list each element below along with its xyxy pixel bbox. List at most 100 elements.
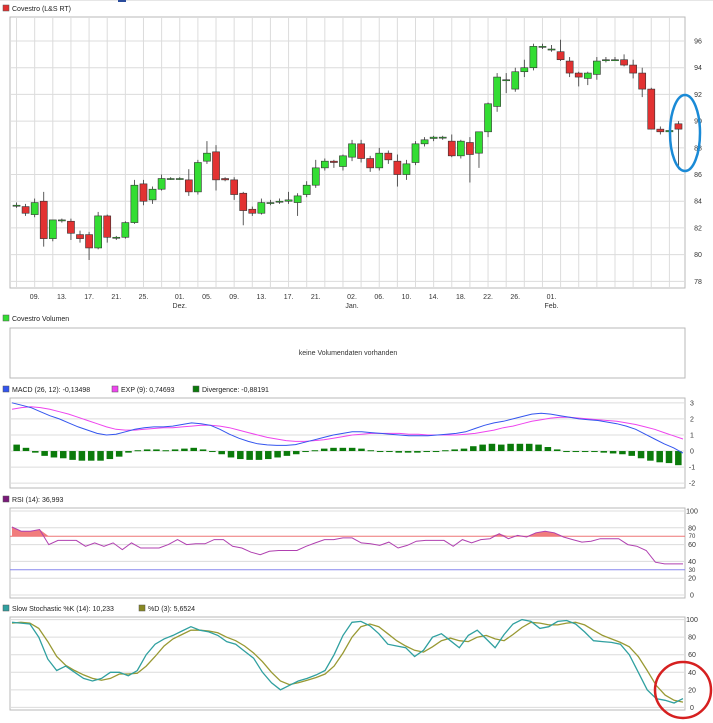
divergence-bar	[553, 449, 561, 452]
divergence-bar	[619, 451, 626, 455]
candle-body	[221, 178, 229, 181]
rsi-legend-label: RSI (14): 36,993	[12, 497, 63, 504]
candle-body	[257, 202, 266, 214]
divergence-bar	[348, 447, 356, 452]
divergence-bar	[143, 449, 151, 452]
price-x-tick-sublabel: Feb.	[545, 303, 559, 310]
rsi-y-tick-label: 60	[688, 542, 696, 549]
macd-y-tick-label: 2	[690, 416, 694, 423]
divergence-bar	[87, 451, 95, 461]
candle-body	[656, 128, 665, 133]
stoch-y-tick-label: 0	[690, 705, 694, 712]
candle-body	[266, 202, 275, 204]
candle-body	[466, 142, 474, 155]
candle-body	[602, 59, 610, 62]
divergence-bar	[470, 446, 477, 452]
divergence-bar	[339, 447, 347, 452]
price-x-tick-label: 17.	[84, 294, 94, 301]
candle-body	[629, 64, 637, 74]
divergence-bar	[69, 451, 76, 460]
candle-body	[166, 178, 175, 180]
macd-y-ticks: 3 2 1 0 -1 -2	[689, 400, 695, 487]
price-y-tick-label: 96	[694, 39, 702, 46]
stoch-d-legend-label: %D (3): 5,6524	[148, 606, 195, 613]
price-x-tick-label: 06.	[374, 294, 384, 301]
divergence-bar	[255, 451, 263, 460]
divergence-bar	[358, 448, 365, 452]
stoch-k-legend-label: Slow Stochastic %K (14): 10,233	[12, 606, 114, 613]
candle-body	[393, 160, 402, 175]
divergence-bar	[181, 448, 188, 452]
divergence-bar	[404, 451, 412, 453]
price-x-tick-label: 21.	[311, 294, 321, 301]
volume-empty-message: keine Volumendaten vorhanden	[299, 350, 398, 357]
candle-body	[48, 219, 57, 239]
candle-body	[293, 195, 302, 203]
candle-body	[30, 202, 39, 215]
candle-body	[330, 160, 338, 163]
candle-body	[39, 200, 48, 239]
candle-body	[339, 155, 347, 167]
candle-body	[21, 206, 30, 214]
divergence-bar	[432, 451, 440, 453]
price-panel: 96949290888684828078 09. 13. 17. 21. 25. 01.D…	[2, 4, 702, 310]
price-x-tick-sublabel: Jan.	[345, 303, 358, 310]
candle-body	[647, 88, 656, 130]
divergence-bar	[581, 451, 589, 453]
candle-body	[94, 215, 102, 249]
candle-body	[139, 183, 148, 202]
divergence-bar	[665, 451, 673, 464]
candle-body	[366, 158, 375, 169]
candle-body	[76, 234, 84, 239]
volume-legend-swatch	[2, 314, 10, 322]
candle-body	[311, 167, 320, 186]
price-x-tick-label: 13.	[57, 294, 67, 301]
candle-body	[194, 162, 202, 193]
candle-body	[302, 184, 311, 195]
macd-legend: MACD (26, 12): -0,13498 EXP (9): 0,74693…	[2, 385, 269, 394]
divergence-bar	[320, 448, 328, 452]
price-x-tick-label: 17.	[284, 294, 294, 301]
divergence-bar	[199, 449, 207, 452]
stoch-y-tick-label: 20	[688, 687, 696, 694]
price-x-tick-label: 18.	[456, 294, 466, 301]
macd-panel: 3 2 1 0 -1 -2 MACD (26, 12): -0,13498 EXP (9)…	[2, 385, 695, 489]
divergence-bar	[97, 451, 104, 461]
chart-canvas: 96949290888684828078 09. 13. 17. 21. 25. 01.D…	[2, 4, 713, 720]
rsi-y-ticks: 100 80 60 40 20 0	[686, 509, 698, 600]
candle-body	[583, 72, 592, 79]
price-x-tick-label: 22.	[483, 294, 493, 301]
divergence-bar	[451, 449, 458, 452]
candle-body	[475, 131, 483, 154]
candle-body	[529, 46, 538, 69]
candle-body	[457, 140, 465, 157]
divergence-bar	[507, 443, 514, 452]
price-x-tick-label: 05.	[202, 294, 212, 301]
macd-y-tick-label: 0	[690, 449, 694, 456]
rsi-panel: 70 30 100 80 60 40 20 0 RSI (14): 36,993	[2, 495, 698, 600]
candle-body	[547, 48, 556, 51]
candle-body	[184, 179, 193, 193]
divergence-bar	[115, 451, 123, 457]
price-y-tick-label: 92	[694, 92, 702, 99]
candle-body	[484, 103, 492, 133]
candle-body	[447, 140, 456, 157]
candle-body	[511, 71, 520, 90]
price-x-tick-label: 02.	[347, 294, 357, 301]
divergence-bar	[675, 451, 682, 466]
price-legend-swatch	[2, 4, 10, 12]
price-x-tick-label: 09.	[229, 294, 239, 301]
candle-body	[12, 204, 21, 207]
divergence-bar	[218, 451, 225, 455]
divergence-bar	[237, 451, 244, 460]
divergence-bar	[544, 447, 552, 452]
candle-body	[203, 152, 211, 162]
divergence-bar	[78, 451, 86, 461]
rsi-legend-swatch	[2, 495, 10, 503]
divergence-bar	[572, 451, 580, 453]
divergence-bar	[274, 451, 281, 458]
candle-body	[502, 79, 511, 82]
rsi-upper-label: 70	[689, 534, 696, 540]
stoch-y-tick-label: 60	[688, 652, 696, 659]
price-x-tick-label: 26.	[510, 294, 520, 301]
